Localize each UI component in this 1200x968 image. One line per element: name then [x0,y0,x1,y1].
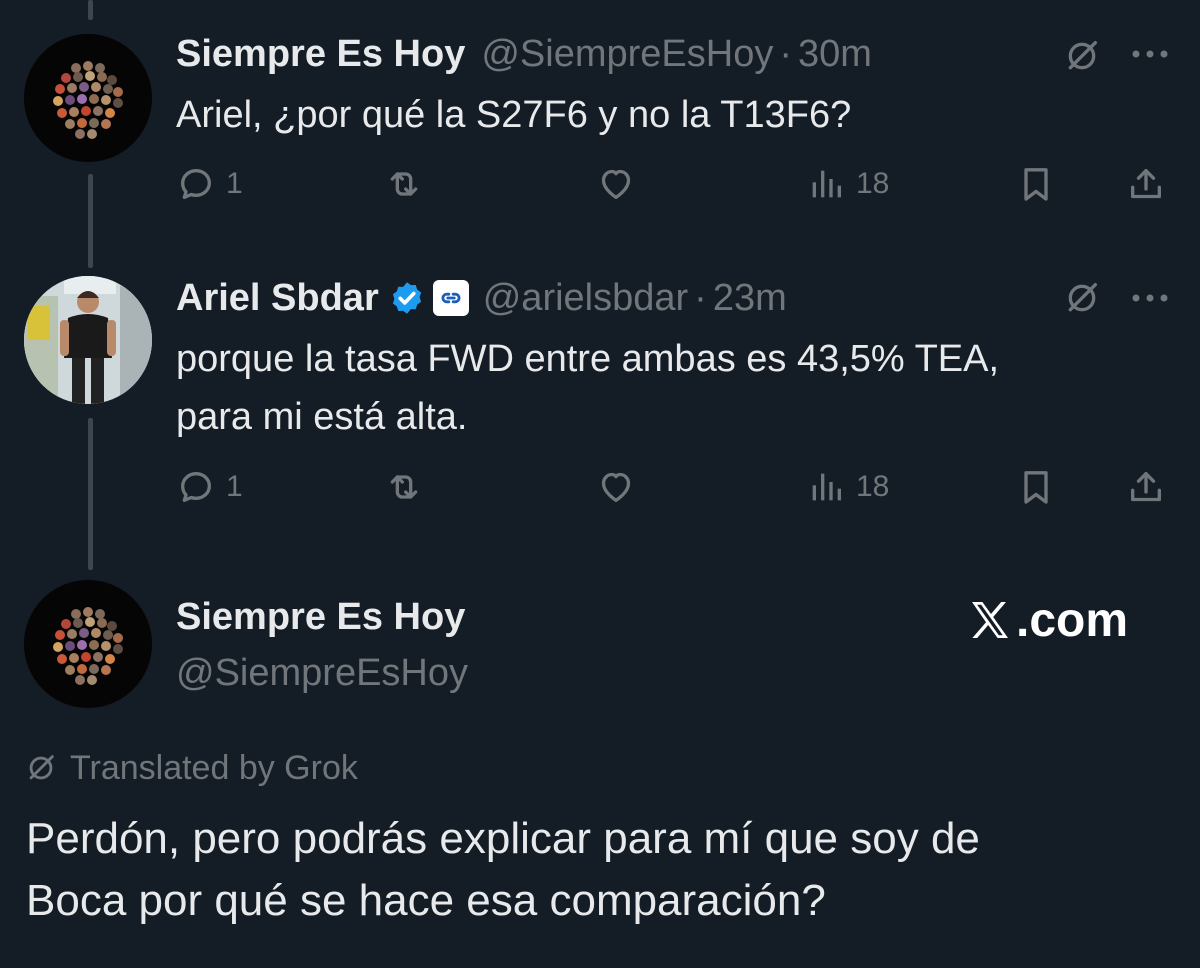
x-com-watermark: .com [966,593,1129,647]
reply-button[interactable]: 1 [176,160,243,208]
link-icon [441,292,461,304]
bookmark-icon [1024,471,1048,504]
avatar-siempre-es-hoy[interactable] [24,580,152,708]
views-icon [812,170,841,198]
repost-icon [390,172,418,196]
thread-line-middle [88,174,93,268]
grok-icon[interactable] [1060,276,1104,320]
share-icon [1131,472,1161,502]
repost-button[interactable] [384,463,424,511]
like-button[interactable] [596,463,636,511]
separator-dot: · [694,276,707,319]
like-icon [601,472,631,502]
main-post-text-line: Perdón, pero podrás explicar para mí que… [26,814,980,863]
grok-icon[interactable] [1060,34,1104,78]
more-icon[interactable] [1128,44,1172,64]
views-button[interactable]: 18 [806,160,889,208]
like-icon [601,169,631,199]
avatar-ariel-sbdar[interactable] [24,276,152,404]
handle[interactable]: @SiempreEsHoy [481,33,773,76]
more-icon[interactable] [1128,288,1172,308]
timestamp[interactable]: 23m [713,277,787,320]
reply-count: 1 [226,167,243,200]
display-name[interactable]: Siempre Es Hoy [176,596,465,639]
action-bar: 1 18 [176,463,1176,511]
share-button[interactable] [1126,463,1166,511]
bookmark-button[interactable] [1016,463,1056,511]
action-bar: 1 18 [176,160,1176,208]
display-name[interactable]: Siempre Es Hoy [176,33,465,76]
translated-by-grok[interactable]: Translated by Grok [24,748,358,788]
separator-dot: · [779,32,792,75]
handle[interactable]: @arielsbdar [483,277,688,320]
thread-line-bottom [88,418,93,570]
verified-icon [392,282,421,314]
verified-badge[interactable] [389,280,425,316]
bookmark-icon [1024,168,1048,201]
tweet-text-line: para mi está alta. [176,396,468,438]
reply-count: 1 [226,470,243,503]
reply-icon [181,472,211,502]
x-logo-icon [972,602,1008,638]
tweet-text-line: porque la tasa FWD entre ambas es 43,5% … [176,338,1000,380]
handle[interactable]: @SiempreEsHoy [176,652,468,695]
reply-button[interactable]: 1 [176,463,243,511]
display-name[interactable]: Ariel Sbdar [176,277,379,320]
share-button[interactable] [1126,160,1166,208]
avatar-image [24,34,152,162]
tweet-header: Siempre Es Hoy @SiempreEsHoy · 30m [176,30,872,78]
tweet-text: Ariel, ¿por qué la S27F6 y no la T13F6? [176,94,852,136]
translated-label: Translated by Grok [70,748,358,787]
avatar-image [24,580,152,708]
views-count: 18 [856,167,890,200]
avatar-siempre-es-hoy[interactable] [24,34,152,162]
like-button[interactable] [596,160,636,208]
tweet-header: Ariel Sbdar @arielsbdar · 23m [176,274,787,322]
avatar-image [24,276,152,404]
affiliate-badge[interactable] [432,280,469,316]
thread-line-top [88,0,93,20]
views-button[interactable]: 18 [806,463,889,511]
views-count: 18 [856,470,890,503]
reply-icon [181,169,211,199]
tweet-text: porque la tasa FWD entre ambas es 43,5% … [176,330,999,446]
share-icon [1131,169,1161,199]
main-post-text: Perdón, pero podrás explicar para mí que… [26,808,980,932]
timestamp[interactable]: 30m [798,33,872,76]
repost-icon [390,475,418,499]
bookmark-button[interactable] [1016,160,1056,208]
watermark-text: .com [1016,593,1129,647]
grok-icon [29,755,54,780]
repost-button[interactable] [384,160,424,208]
views-icon [812,473,841,501]
main-post-text-line: Boca por qué se hace esa comparación? [26,876,826,925]
